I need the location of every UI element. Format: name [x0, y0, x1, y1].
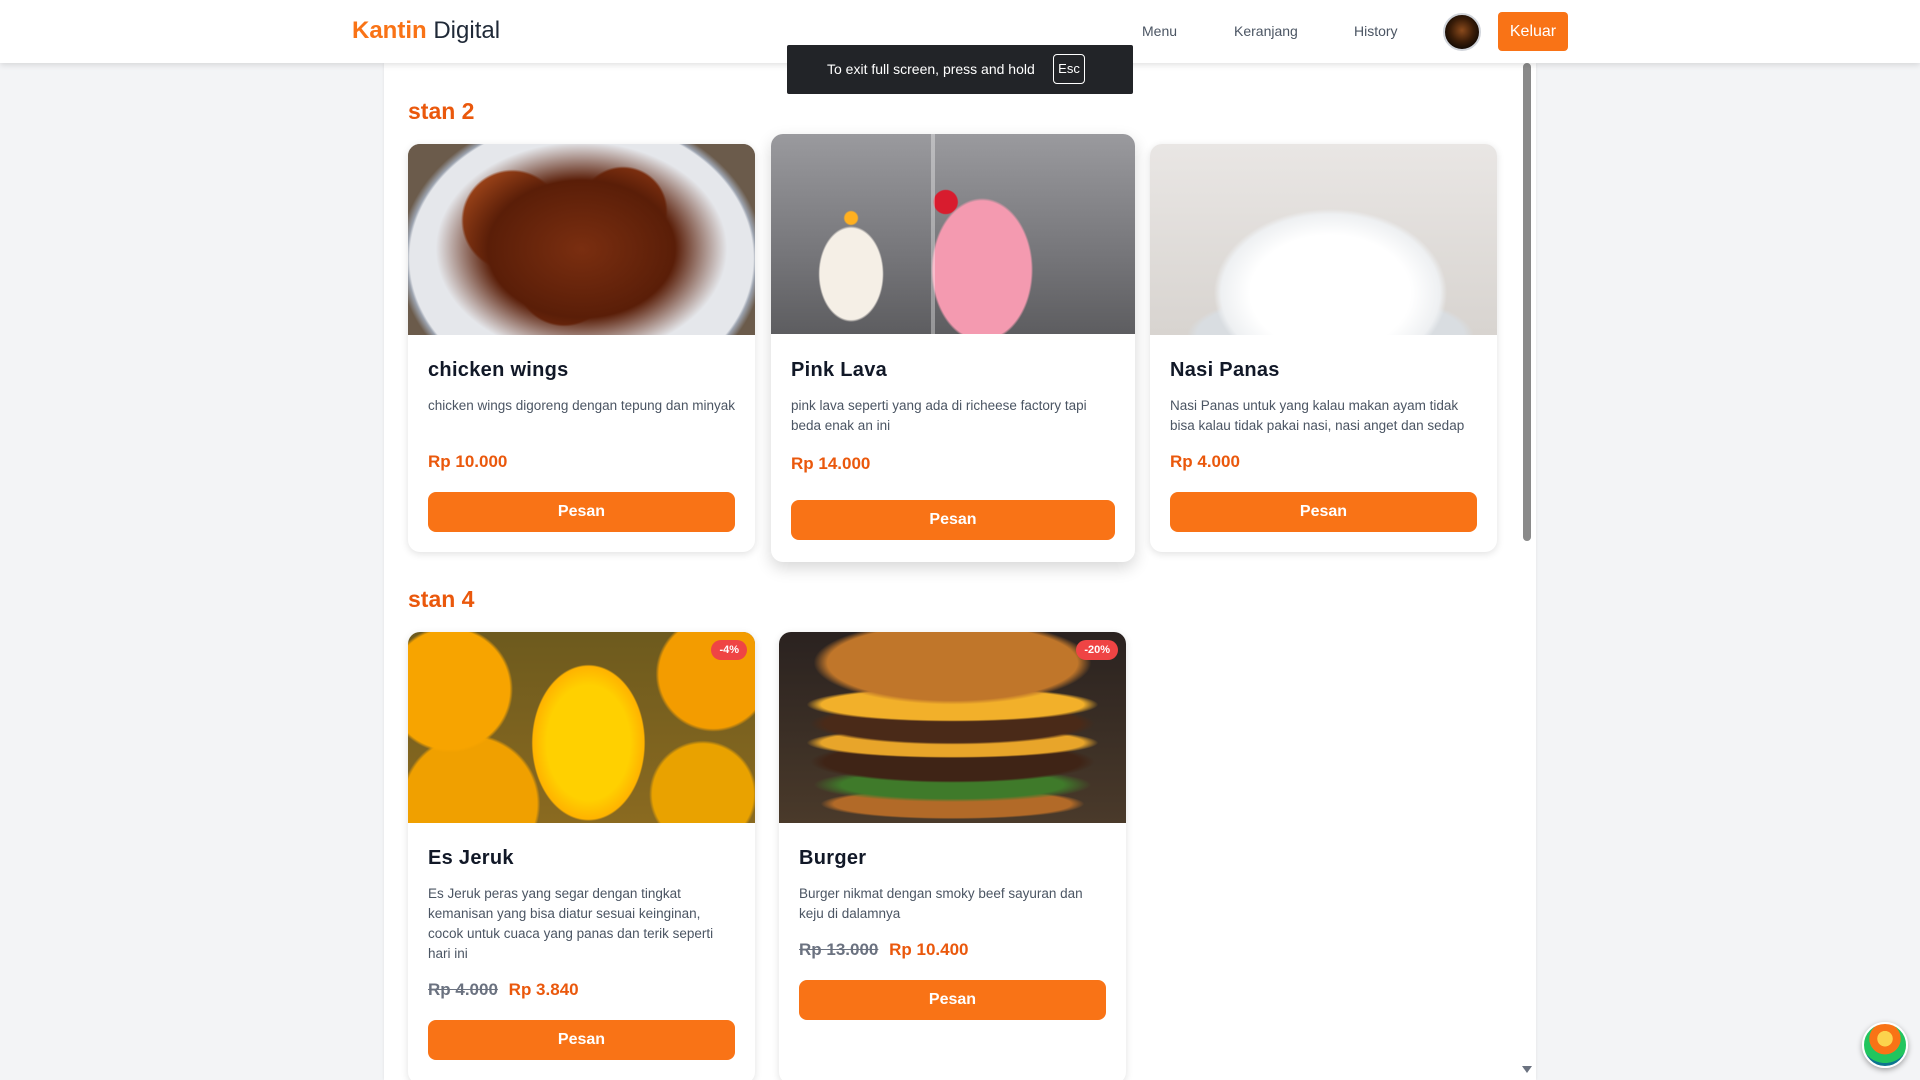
- menu-item-name: Burger: [799, 847, 867, 869]
- menu-item-price: Rp 10.400: [889, 940, 969, 959]
- nasi-panas-image: [1150, 144, 1497, 335]
- menu-card-chicken-wings: chicken wings chicken wings digoreng den…: [408, 144, 755, 552]
- menu-card-burger: -20% Burger Burger nikmat dengan smoky b…: [779, 632, 1126, 1080]
- menu-item-description: Es Jeruk peras yang segar dengan tingkat…: [428, 886, 714, 961]
- nav-link-keranjang[interactable]: Keranjang: [1234, 23, 1298, 39]
- order-button-chicken-wings[interactable]: Pesan: [428, 492, 735, 532]
- order-button-pink-lava[interactable]: Pesan: [791, 500, 1115, 540]
- menu-item-price: Rp 14.000: [791, 454, 871, 473]
- order-button-nasi-panas[interactable]: Pesan: [1170, 492, 1477, 532]
- chicken-wings-image: [408, 144, 755, 335]
- stall-title-stan-4: stan 4: [408, 586, 475, 612]
- brand-logo[interactable]: Kantin Digital: [352, 17, 500, 45]
- fullscreen-exit-notice: To exit full screen, press and hold Esc: [787, 45, 1133, 94]
- menu-item-original-price: Rp 13.000: [799, 940, 879, 959]
- es-jeruk-image: [408, 632, 755, 823]
- menu-item-description: Nasi Panas untuk yang kalau makan ayam t…: [1170, 398, 1465, 433]
- menu-card-es-jeruk: -4% Es Jeruk Es Jeruk peras yang segar d…: [408, 632, 755, 1080]
- nav-link-menu[interactable]: Menu: [1142, 23, 1177, 39]
- burger-image: [779, 632, 1126, 823]
- fullscreen-notice-text: To exit full screen, press and hold: [827, 61, 1035, 77]
- brand-secondary: Digital: [433, 17, 501, 44]
- menu-item-name: Es Jeruk: [428, 847, 514, 869]
- menu-item-price-row: Rp 14.000: [791, 454, 1115, 474]
- menu-item-name: Nasi Panas: [1170, 359, 1280, 381]
- menu-item-name: chicken wings: [428, 359, 569, 381]
- menu-item-price: Rp 10.000: [428, 452, 508, 471]
- menu-item-price-row: Rp 13.000 Rp 10.400: [799, 940, 1106, 960]
- order-button-es-jeruk[interactable]: Pesan: [428, 1020, 735, 1060]
- scroll-down-arrow-icon[interactable]: [1522, 1066, 1532, 1073]
- discount-badge: -20%: [1076, 640, 1118, 660]
- order-button-burger[interactable]: Pesan: [799, 980, 1106, 1020]
- logout-button[interactable]: Keluar: [1498, 12, 1568, 51]
- menu-item-price: Rp 3.840: [508, 980, 579, 999]
- menu-item-description: chicken wings digoreng dengan tepung dan…: [428, 398, 735, 413]
- nav-link-history[interactable]: History: [1354, 23, 1398, 39]
- pink-lava-image: [771, 134, 1135, 334]
- floating-assistant-icon[interactable]: [1862, 1022, 1908, 1068]
- brand-primary: Kantin: [352, 17, 427, 44]
- menu-card-nasi-panas: Nasi Panas Nasi Panas untuk yang kalau m…: [1150, 144, 1497, 552]
- menu-item-description: Burger nikmat dengan smoky beef sayuran …: [799, 886, 1083, 921]
- scrollbar-thumb[interactable]: [1523, 63, 1531, 541]
- avatar[interactable]: [1443, 13, 1481, 51]
- menu-item-price-row: Rp 4.000 Rp 3.840: [428, 980, 735, 1000]
- menu-item-price-row: Rp 4.000: [1170, 452, 1477, 472]
- menu-card-pink-lava: Pink Lava pink lava seperti yang ada di …: [771, 134, 1135, 562]
- stall-title-stan-2: stan 2: [408, 98, 475, 124]
- discount-badge: -4%: [711, 640, 747, 660]
- menu-item-name: Pink Lava: [791, 359, 888, 381]
- menu-item-original-price: Rp 4.000: [428, 980, 498, 999]
- esc-key-hint: Esc: [1053, 54, 1085, 84]
- menu-item-description: pink lava seperti yang ada di richeese f…: [791, 398, 1087, 433]
- menu-item-price: Rp 4.000: [1170, 452, 1240, 471]
- menu-item-price-row: Rp 10.000: [428, 452, 735, 472]
